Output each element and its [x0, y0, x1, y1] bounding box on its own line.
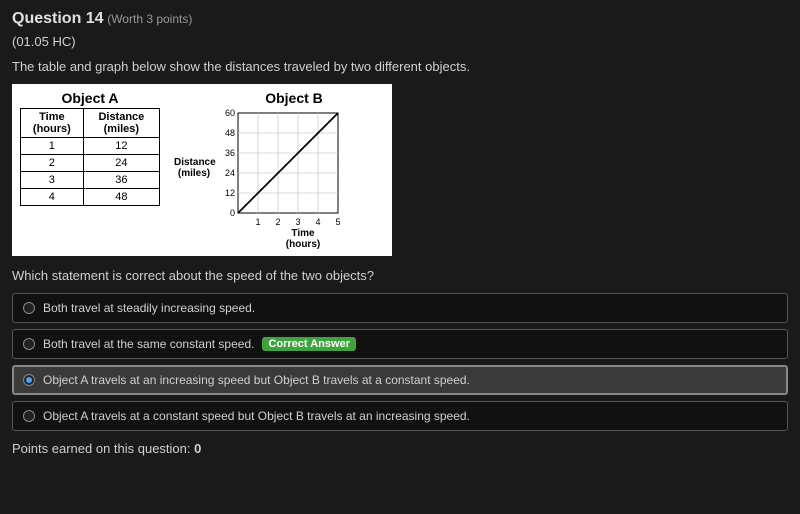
object-a-table: Time (hours) Distance (miles) 112 224 33… — [20, 108, 160, 206]
question-header: Question 14 (Worth 3 points) — [12, 10, 788, 28]
question-prompt: The table and graph below show the dista… — [12, 59, 788, 74]
table-row: 336 — [21, 172, 160, 189]
question-worth: (Worth 3 points) — [107, 12, 192, 26]
option-text: Object A travels at a constant speed but… — [43, 409, 470, 423]
answer-option[interactable]: Object A travels at an increasing speed … — [12, 365, 788, 395]
object-b-panel: Object B Distance (miles) — [174, 90, 384, 250]
xtick: 1 — [255, 217, 260, 227]
ytick: 12 — [225, 188, 235, 198]
table-row: 224 — [21, 155, 160, 172]
radio-icon — [23, 338, 35, 350]
ytick: 60 — [225, 108, 235, 118]
correct-answer-badge: Correct Answer — [262, 337, 356, 351]
object-b-chart: 0 12 24 36 48 60 1 2 3 4 5 — [218, 108, 368, 228]
figure-panel: Object A Time (hours) Distance (miles) 1… — [12, 84, 392, 256]
points-earned: Points earned on this question: 0 — [12, 441, 788, 456]
answer-option[interactable]: Object A travels at a constant speed but… — [12, 401, 788, 431]
answer-option[interactable]: Both travel at steadily increasing speed… — [12, 293, 788, 323]
chart-xlabel: Time (hours) — [222, 228, 384, 250]
ytick: 36 — [225, 148, 235, 158]
option-text: Both travel at the same constant speed. — [43, 337, 254, 351]
xtick: 4 — [315, 217, 320, 227]
radio-icon — [23, 302, 35, 314]
question-title: Question 14 — [12, 10, 104, 27]
option-text: Object A travels at an increasing speed … — [43, 373, 470, 387]
table-header-distance: Distance (miles) — [83, 109, 159, 138]
object-a-title: Object A — [20, 90, 160, 106]
question-code: (01.05 HC) — [12, 34, 788, 49]
ytick: 48 — [225, 128, 235, 138]
radio-icon — [23, 374, 35, 386]
question-subprompt: Which statement is correct about the spe… — [12, 268, 788, 283]
ytick: 24 — [225, 168, 235, 178]
answer-options: Both travel at steadily increasing speed… — [12, 293, 788, 431]
xtick: 2 — [275, 217, 280, 227]
answer-option[interactable]: Both travel at the same constant speed. … — [12, 329, 788, 359]
object-b-title: Object B — [204, 90, 384, 106]
chart-ylabel: Distance (miles) — [174, 157, 214, 179]
xtick: 3 — [295, 217, 300, 227]
object-a-panel: Object A Time (hours) Distance (miles) 1… — [20, 90, 160, 250]
xtick: 5 — [335, 217, 340, 227]
radio-icon — [23, 410, 35, 422]
ytick: 0 — [230, 208, 235, 218]
table-row: 448 — [21, 189, 160, 206]
table-row: 112 — [21, 138, 160, 155]
table-header-time: Time (hours) — [21, 109, 84, 138]
option-text: Both travel at steadily increasing speed… — [43, 301, 255, 315]
